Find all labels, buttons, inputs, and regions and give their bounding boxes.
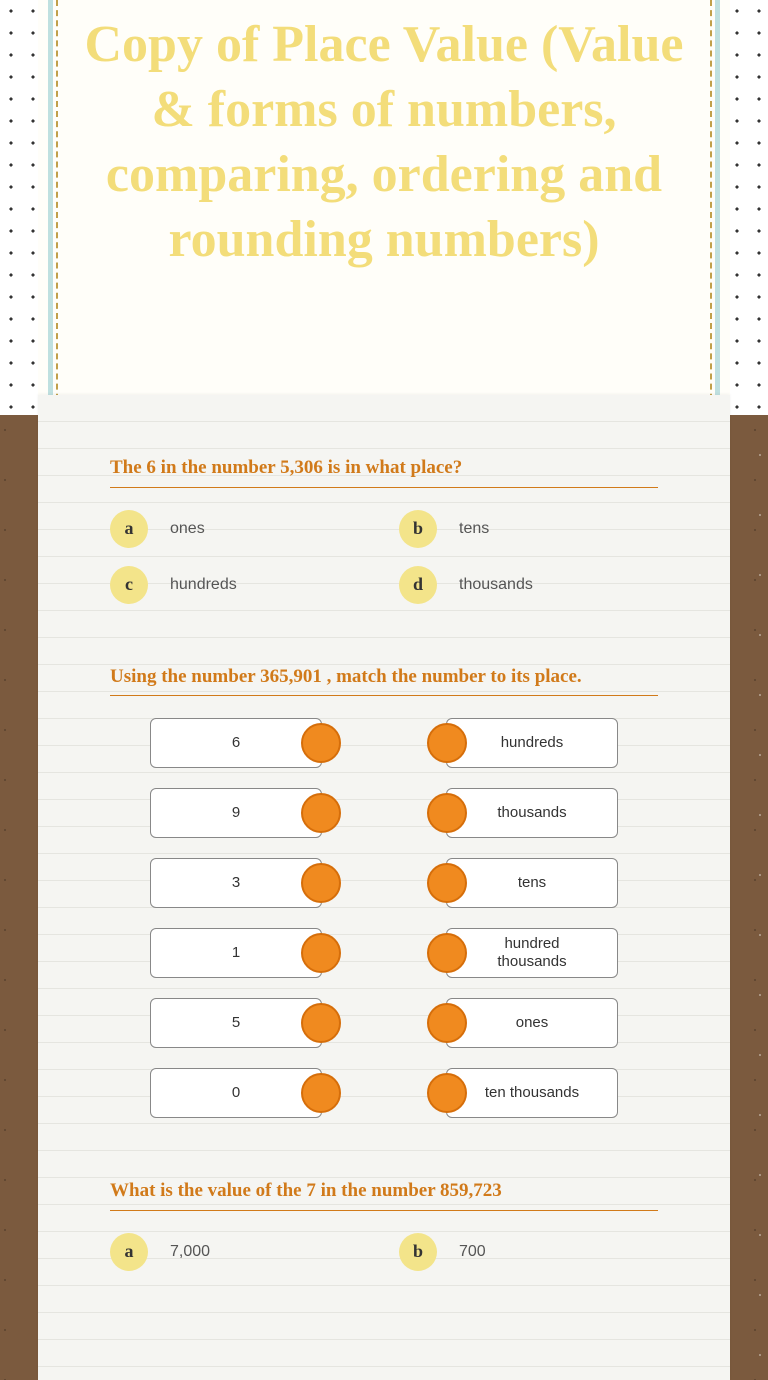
q3-choice-b[interactable]: b 700 bbox=[399, 1233, 658, 1271]
match-left-5[interactable]: 0 bbox=[150, 1068, 322, 1118]
match-label: tens bbox=[518, 874, 546, 892]
match-label: 6 bbox=[232, 734, 240, 752]
match-left-1[interactable]: 9 bbox=[150, 788, 322, 838]
drag-handle-icon[interactable] bbox=[301, 793, 341, 833]
q1-choice-c[interactable]: c hundreds bbox=[110, 566, 369, 604]
match-right-1[interactable]: thousands bbox=[446, 788, 618, 838]
match-row: 6 hundreds bbox=[150, 718, 618, 768]
drag-handle-icon[interactable] bbox=[301, 723, 341, 763]
match-row: 5 ones bbox=[150, 998, 618, 1048]
q1-choices: a ones b tens c hundreds d thousands bbox=[110, 510, 658, 604]
match-row: 0 ten thousands bbox=[150, 1068, 618, 1118]
choice-letter: a bbox=[110, 1233, 148, 1271]
drag-handle-icon[interactable] bbox=[301, 1003, 341, 1043]
question-3: What is the value of the 7 in the number… bbox=[110, 1178, 658, 1271]
match-label: 5 bbox=[232, 1014, 240, 1032]
choice-letter: d bbox=[399, 566, 437, 604]
match-label: thousands bbox=[497, 804, 566, 822]
match-label: ones bbox=[516, 1014, 549, 1032]
drag-handle-icon[interactable] bbox=[301, 933, 341, 973]
match-left-4[interactable]: 5 bbox=[150, 998, 322, 1048]
match-row: 1 hundred thousands bbox=[150, 928, 618, 978]
drag-handle-icon[interactable] bbox=[427, 793, 467, 833]
page-title: Copy of Place Value (Value & forms of nu… bbox=[58, 0, 710, 272]
drag-handle-icon[interactable] bbox=[427, 933, 467, 973]
accent-right bbox=[715, 0, 720, 430]
choice-text: 7,000 bbox=[170, 1243, 210, 1261]
match-label: 3 bbox=[232, 874, 240, 892]
choice-text: thousands bbox=[459, 576, 533, 594]
choice-letter: b bbox=[399, 1233, 437, 1271]
match-label: 9 bbox=[232, 804, 240, 822]
question-1: The 6 in the number 5,306 is in what pla… bbox=[110, 455, 658, 604]
match-row: 3 tens bbox=[150, 858, 618, 908]
choice-letter: b bbox=[399, 510, 437, 548]
match-left-3[interactable]: 1 bbox=[150, 928, 322, 978]
q2-prompt: Using the number 365,901 , match the num… bbox=[110, 664, 658, 697]
question-2: Using the number 365,901 , match the num… bbox=[110, 664, 658, 1119]
drag-handle-icon[interactable] bbox=[427, 1003, 467, 1043]
q1-choice-a[interactable]: a ones bbox=[110, 510, 369, 548]
match-label: hundreds bbox=[501, 734, 564, 752]
accent-left bbox=[48, 0, 53, 430]
choice-letter: c bbox=[110, 566, 148, 604]
drag-handle-icon[interactable] bbox=[427, 863, 467, 903]
match-right-0[interactable]: hundreds bbox=[446, 718, 618, 768]
choice-text: 700 bbox=[459, 1243, 486, 1261]
match-label: 0 bbox=[232, 1084, 240, 1102]
header-border: Copy of Place Value (Value & forms of nu… bbox=[56, 0, 712, 430]
choice-text: hundreds bbox=[170, 576, 237, 594]
choice-letter: a bbox=[110, 510, 148, 548]
drag-handle-icon[interactable] bbox=[427, 1073, 467, 1113]
match-left-0[interactable]: 6 bbox=[150, 718, 322, 768]
worksheet-paper: The 6 in the number 5,306 is in what pla… bbox=[38, 395, 730, 1380]
drag-handle-icon[interactable] bbox=[301, 863, 341, 903]
q3-choice-a[interactable]: a 7,000 bbox=[110, 1233, 369, 1271]
match-label: 1 bbox=[232, 944, 240, 962]
q1-choice-b[interactable]: b tens bbox=[399, 510, 658, 548]
match-right-3[interactable]: hundred thousands bbox=[446, 928, 618, 978]
choice-text: ones bbox=[170, 520, 205, 538]
match-right-2[interactable]: tens bbox=[446, 858, 618, 908]
match-row: 9 thousands bbox=[150, 788, 618, 838]
q3-prompt: What is the value of the 7 in the number… bbox=[110, 1178, 658, 1211]
match-right-4[interactable]: ones bbox=[446, 998, 618, 1048]
drag-handle-icon[interactable] bbox=[301, 1073, 341, 1113]
match-container: 6 hundreds 9 thousands 3 tens 1 hundred … bbox=[110, 718, 658, 1118]
choice-text: tens bbox=[459, 520, 489, 538]
match-label: hundred thousands bbox=[475, 935, 589, 971]
header-card: Copy of Place Value (Value & forms of nu… bbox=[38, 0, 730, 430]
q1-choice-d[interactable]: d thousands bbox=[399, 566, 658, 604]
match-right-5[interactable]: ten thousands bbox=[446, 1068, 618, 1118]
match-left-2[interactable]: 3 bbox=[150, 858, 322, 908]
match-label: ten thousands bbox=[485, 1084, 579, 1102]
drag-handle-icon[interactable] bbox=[427, 723, 467, 763]
q1-prompt: The 6 in the number 5,306 is in what pla… bbox=[110, 455, 658, 488]
q3-choices: a 7,000 b 700 bbox=[110, 1233, 658, 1271]
